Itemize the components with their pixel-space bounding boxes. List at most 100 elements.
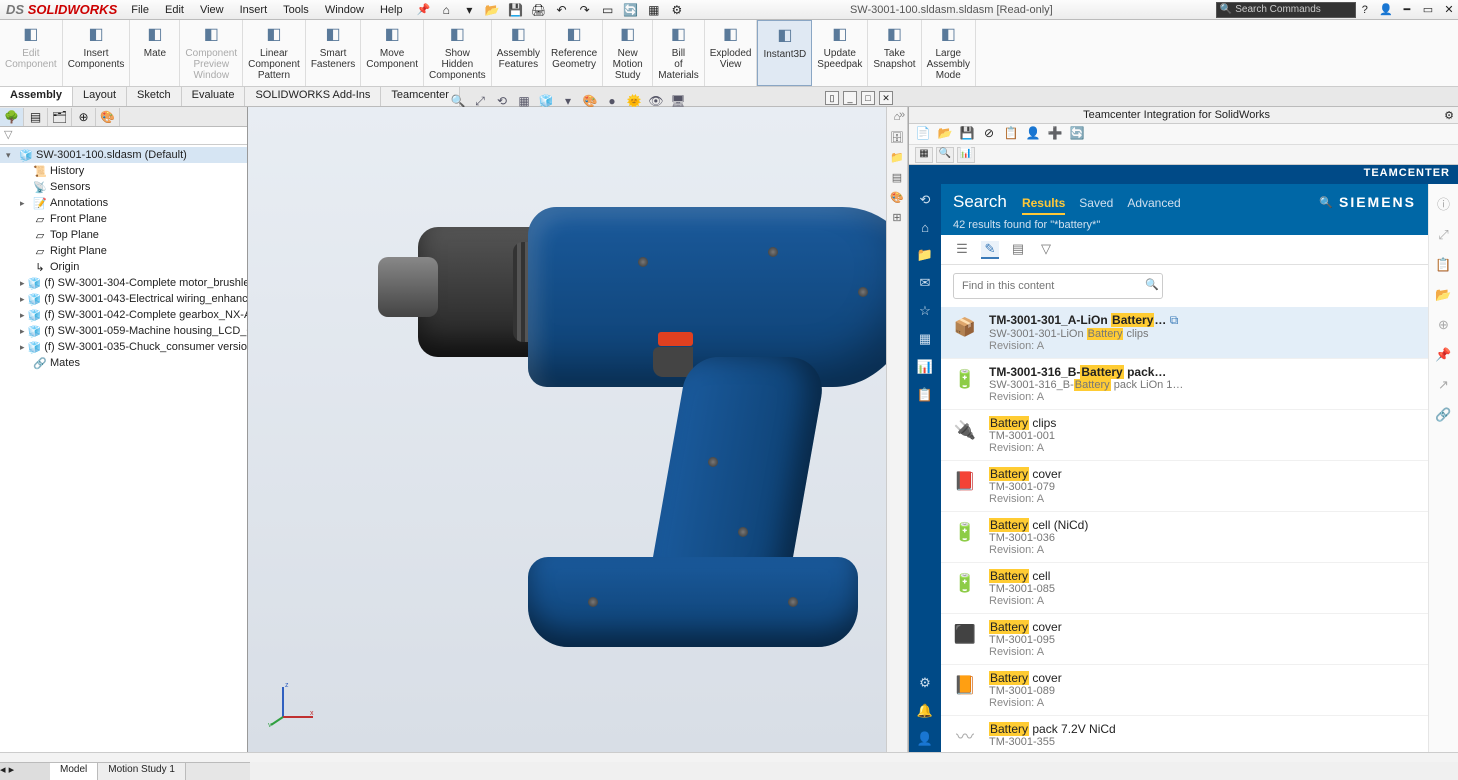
undo-icon[interactable]: ↶: [554, 2, 570, 18]
menu-view[interactable]: View: [192, 4, 232, 16]
results-list[interactable]: 📦TM-3001-301_A-LiOn Battery… ⧉SW-3001-30…: [941, 307, 1428, 757]
nav-inbox-icon[interactable]: ✉: [920, 275, 931, 291]
ribbon-insert-components[interactable]: ◧InsertComponents: [63, 20, 131, 86]
btab-model[interactable]: Model: [50, 763, 98, 780]
menu-pin-icon[interactable]: 📌: [417, 3, 431, 16]
rt-copy-icon[interactable]: 📋: [1435, 257, 1451, 273]
save-icon[interactable]: 💾: [507, 2, 523, 18]
nav-fav-icon[interactable]: ☆: [919, 303, 931, 319]
tree-node[interactable]: 🔗Mates: [0, 355, 247, 371]
nav-bell-icon[interactable]: 🔔: [917, 703, 933, 719]
tab-sketch[interactable]: Sketch: [127, 87, 182, 106]
tab-teamcenter[interactable]: Teamcenter: [381, 87, 459, 106]
help-icon[interactable]: ?: [1356, 4, 1374, 16]
header-search-icon[interactable]: 🔍: [1319, 196, 1333, 209]
vp-max-icon[interactable]: □: [861, 91, 875, 105]
tp-lib-icon[interactable]: 🗄: [889, 131, 905, 147]
menu-file[interactable]: File: [123, 4, 157, 16]
new-icon[interactable]: ▾: [461, 2, 477, 18]
tc-tab3-icon[interactable]: 📊: [957, 147, 975, 163]
rt-expand-icon[interactable]: ⤢: [1438, 227, 1448, 243]
fm-tab-tree-icon[interactable]: 🌳: [0, 108, 24, 126]
tree-node[interactable]: ▱Right Plane: [0, 243, 247, 259]
panel-collapse-icon[interactable]: »: [899, 109, 905, 121]
tree-node[interactable]: ▸🧊(f) SW-3001-304-Complete motor_brushle…: [0, 275, 247, 291]
graphics-viewport[interactable]: z x y: [248, 107, 886, 757]
tree-root[interactable]: ▾🧊 SW-3001-100.sldasm (Default): [0, 147, 247, 163]
filter-icon[interactable]: ▽: [1037, 241, 1055, 259]
fm-tab-prop-icon[interactable]: ▤: [24, 108, 48, 126]
redo-icon[interactable]: ↷: [577, 2, 593, 18]
nav-grid-icon[interactable]: ▦: [919, 331, 931, 347]
close-icon[interactable]: ✕: [1440, 3, 1458, 16]
vp-min-icon[interactable]: _: [843, 91, 857, 105]
result-item[interactable]: 〰Battery pack 7.2V NiCdTM-3001-355: [941, 716, 1428, 757]
tp-file-icon[interactable]: 📁: [889, 151, 905, 167]
view-table-icon[interactable]: ▤: [1009, 241, 1027, 259]
tab-layout[interactable]: Layout: [73, 87, 127, 106]
restore-icon[interactable]: ▭: [1419, 3, 1437, 16]
tree-node[interactable]: ▸🧊(f) SW-3001-042-Complete gearbox_NX-AR…: [0, 307, 247, 323]
result-item[interactable]: 🔋Battery cellTM-3001-085Revision: A: [941, 563, 1428, 614]
fm-tab-dim-icon[interactable]: ⊕: [72, 108, 96, 126]
btab-arrows[interactable]: ◂ ▸: [0, 763, 50, 780]
nav-report-icon[interactable]: 📊: [917, 359, 933, 375]
settings-icon[interactable]: ⚙: [669, 2, 685, 18]
tp-appear-icon[interactable]: 🎨: [889, 191, 905, 207]
tab-solidworks-add-ins[interactable]: SOLIDWORKS Add-Ins: [245, 87, 381, 106]
rt-open-icon[interactable]: 📂: [1435, 287, 1451, 303]
nav-clip-icon[interactable]: 📋: [917, 387, 933, 403]
rt-link-icon[interactable]: 🔗: [1435, 407, 1451, 423]
ribbon-new-motion-study[interactable]: ◧NewMotionStudy: [603, 20, 653, 86]
result-item[interactable]: 📕Battery coverTM-3001-079Revision: A: [941, 461, 1428, 512]
home-icon[interactable]: ⌂: [438, 2, 454, 18]
rt-share-icon[interactable]: ↗: [1438, 377, 1449, 393]
tab-evaluate[interactable]: Evaluate: [182, 87, 246, 106]
ribbon-bill-of-materials[interactable]: ◧BillofMaterials: [653, 20, 705, 86]
tc-refresh-icon[interactable]: 🔄: [1069, 126, 1085, 142]
menu-edit[interactable]: Edit: [157, 4, 192, 16]
tree-node[interactable]: ▸🧊(f) SW-3001-043-Electrical wiring_enha…: [0, 291, 247, 307]
tree-node[interactable]: 📜History: [0, 163, 247, 179]
find-icon[interactable]: 🔍: [1145, 278, 1159, 291]
view-summary-icon[interactable]: ✎: [981, 241, 999, 259]
ribbon-assembly-features[interactable]: ◧AssemblyFeatures: [492, 20, 546, 86]
result-item[interactable]: ⬛Battery coverTM-3001-095Revision: A: [941, 614, 1428, 665]
view-triad[interactable]: z x y: [268, 677, 318, 727]
menu-help[interactable]: Help: [372, 4, 411, 16]
tree-node[interactable]: ▱Top Plane: [0, 227, 247, 243]
tree-node[interactable]: ▸📝Annotations: [0, 195, 247, 211]
ribbon-show-hidden-components[interactable]: ◧ShowHiddenComponents: [424, 20, 492, 86]
nav-avatar-icon[interactable]: 👤: [917, 731, 933, 747]
tc-tab1-icon[interactable]: ▦: [915, 147, 933, 163]
info-icon[interactable]: ⓘ: [1437, 194, 1450, 213]
result-item[interactable]: 📦TM-3001-301_A-LiOn Battery… ⧉SW-3001-30…: [941, 307, 1428, 359]
ribbon-reference-geometry[interactable]: ◧ReferenceGeometry: [546, 20, 603, 86]
tc-user-icon[interactable]: 👤: [1025, 126, 1041, 142]
ribbon-move-component[interactable]: ◧MoveComponent: [361, 20, 424, 86]
ribbon-smart-fasteners[interactable]: ◧SmartFasteners: [306, 20, 361, 86]
user-icon[interactable]: 👤: [1377, 3, 1395, 16]
result-item[interactable]: 🔋TM-3001-316_B-Battery pack…SW-3001-316_…: [941, 359, 1428, 410]
find-input[interactable]: [953, 273, 1163, 299]
rt-pin-icon[interactable]: 📌: [1435, 347, 1451, 363]
nav-folder-icon[interactable]: 📁: [917, 247, 933, 263]
search-commands[interactable]: 🔍Search Commands: [1216, 2, 1356, 18]
tc-copy-icon[interactable]: 📋: [1003, 126, 1019, 142]
nav-back-icon[interactable]: ⟲: [920, 192, 931, 208]
ribbon-mate[interactable]: ◧Mate: [130, 20, 180, 86]
tree-node[interactable]: 📡Sensors: [0, 179, 247, 195]
tp-view-icon[interactable]: ▤: [889, 171, 905, 187]
print-icon[interactable]: 🖨: [531, 2, 547, 18]
ribbon-large-assembly-mode[interactable]: ◧LargeAssemblyMode: [922, 20, 976, 86]
btab-motion[interactable]: Motion Study 1: [98, 763, 186, 780]
minimize-icon[interactable]: ━: [1398, 3, 1416, 16]
result-item[interactable]: 🔋Battery cell (NiCd)TM-3001-036Revision:…: [941, 512, 1428, 563]
tp-custom-icon[interactable]: ⊞: [889, 211, 905, 227]
subtab-results[interactable]: Results: [1022, 196, 1065, 215]
menu-insert[interactable]: Insert: [232, 4, 276, 16]
fm-tab-config-icon[interactable]: 🗂: [48, 108, 72, 126]
tc-settings-icon[interactable]: ⚙: [1444, 109, 1454, 122]
options-icon[interactable]: ▦: [646, 2, 662, 18]
nav-gear-icon[interactable]: ⚙: [919, 675, 931, 691]
